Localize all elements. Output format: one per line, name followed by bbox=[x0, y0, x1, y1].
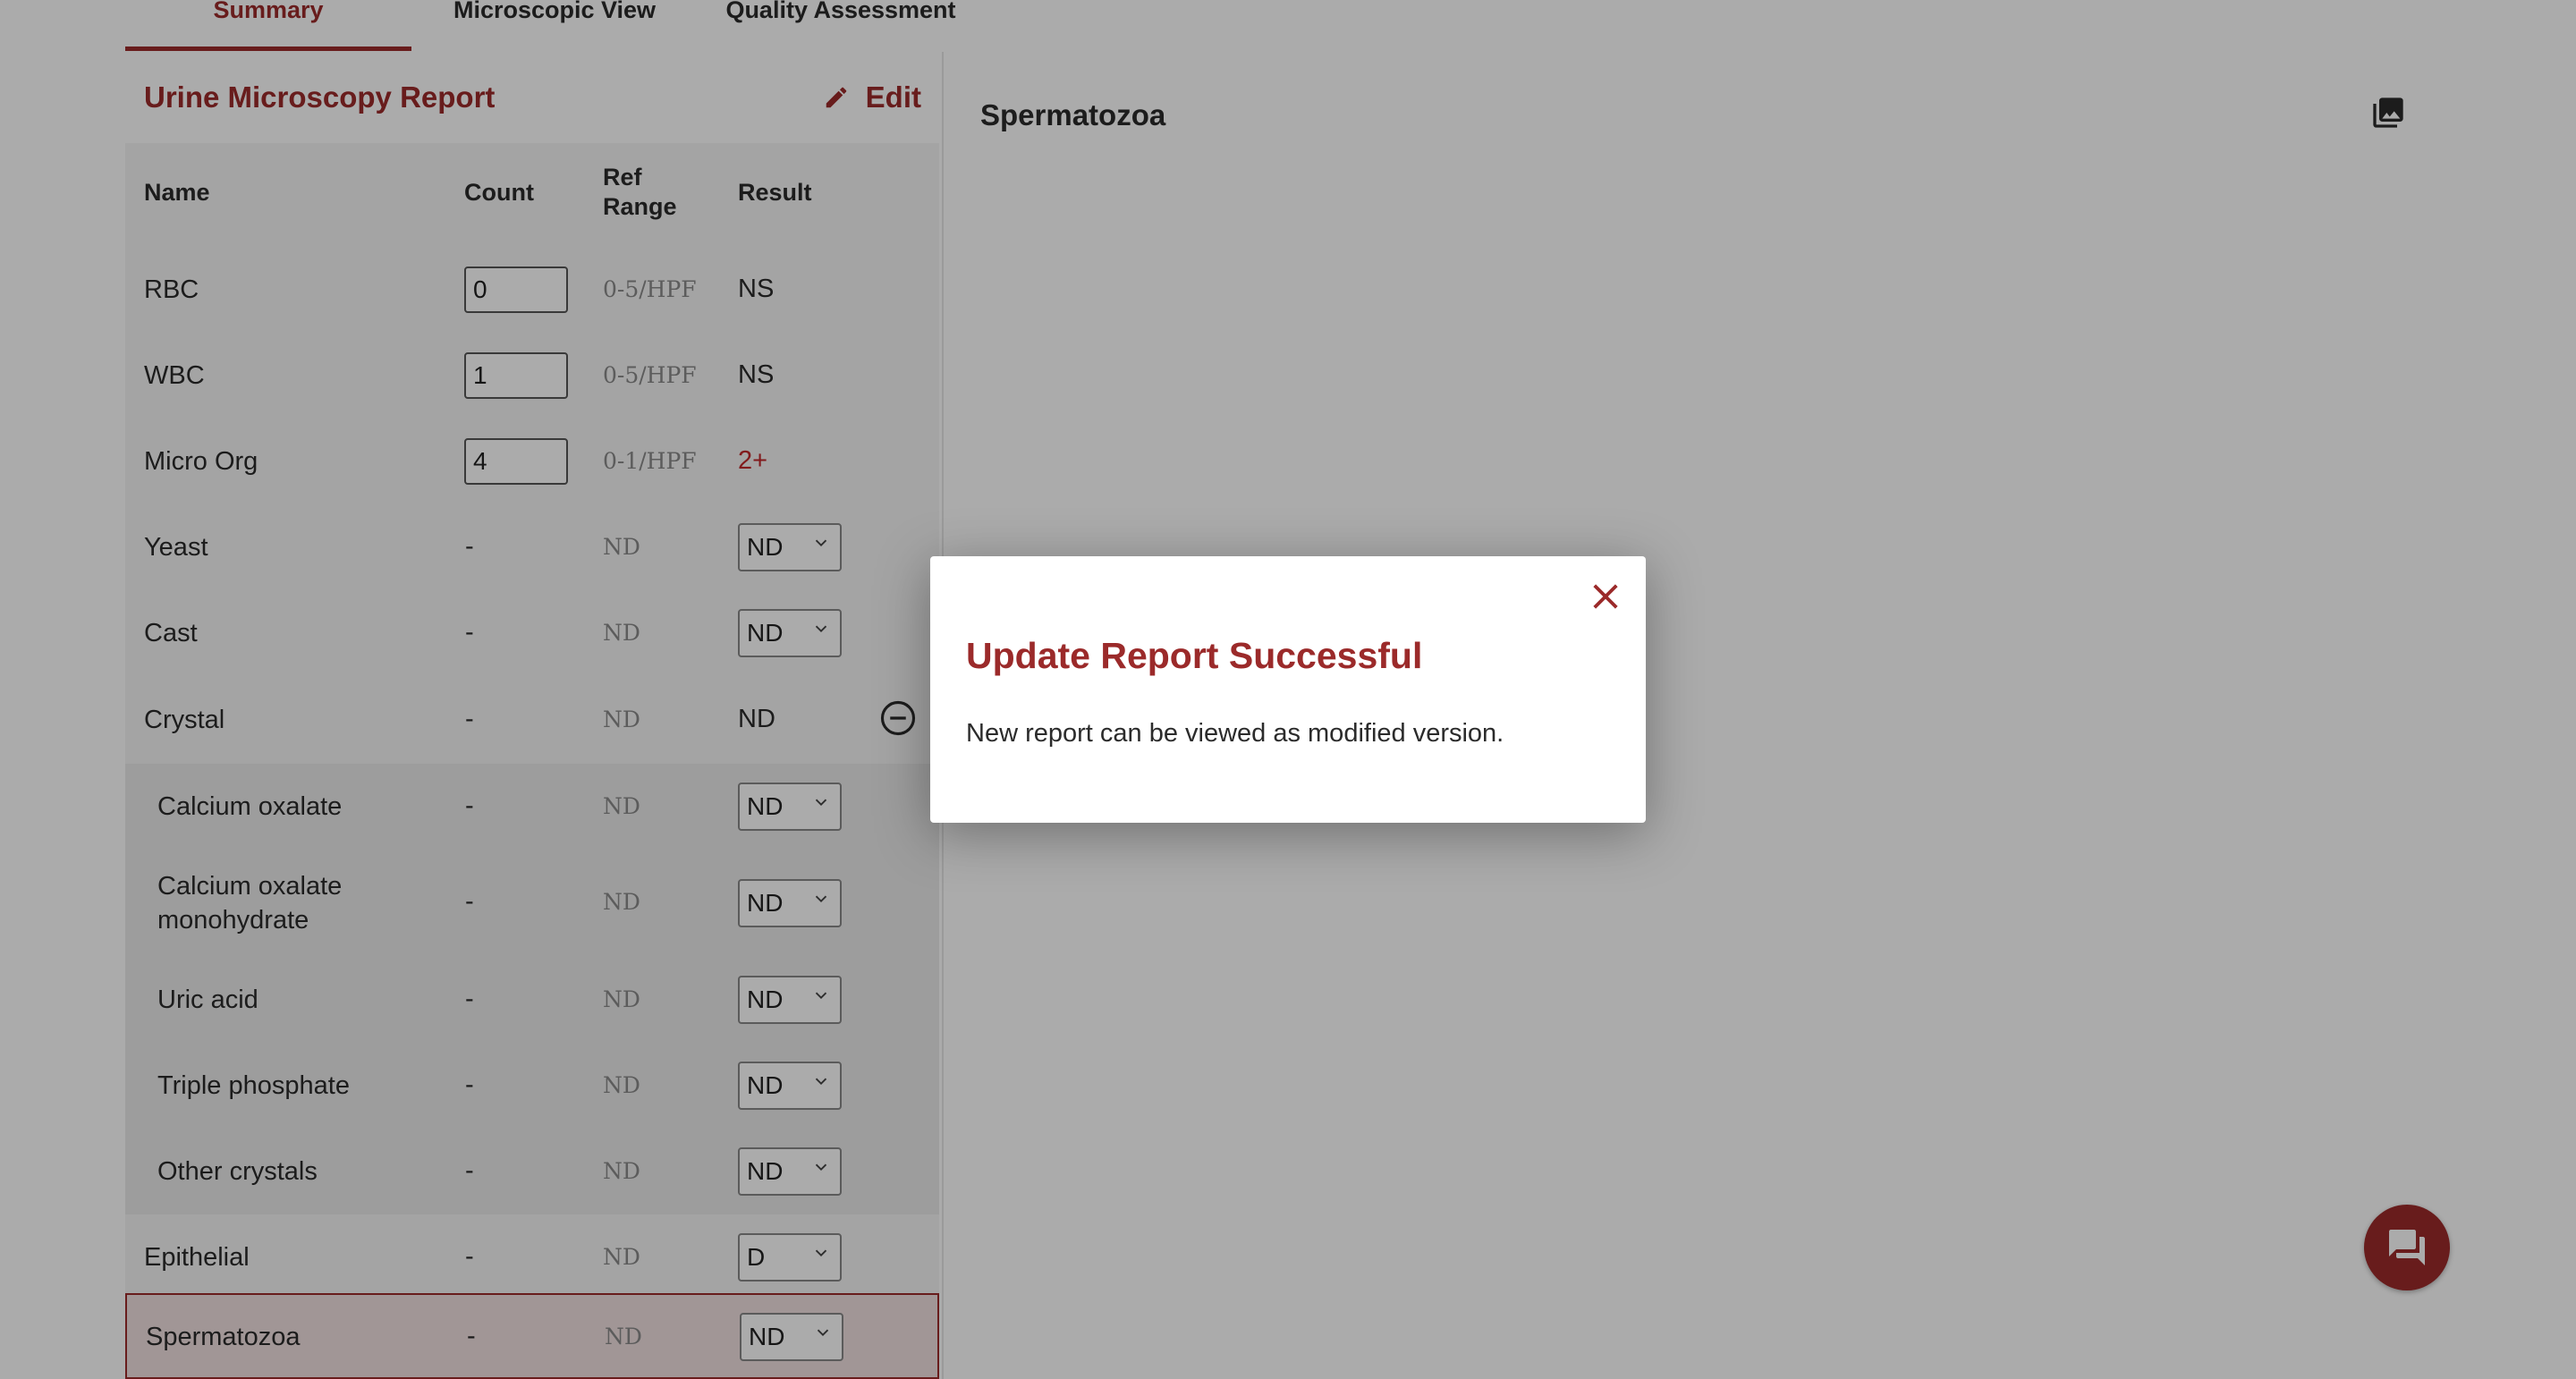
success-dialog: Update Report Successful New report can … bbox=[930, 556, 1646, 823]
close-icon[interactable] bbox=[1587, 578, 1624, 615]
dialog-message: New report can be viewed as modified ver… bbox=[966, 719, 1504, 748]
dialog-title: Update Report Successful bbox=[966, 635, 1423, 676]
